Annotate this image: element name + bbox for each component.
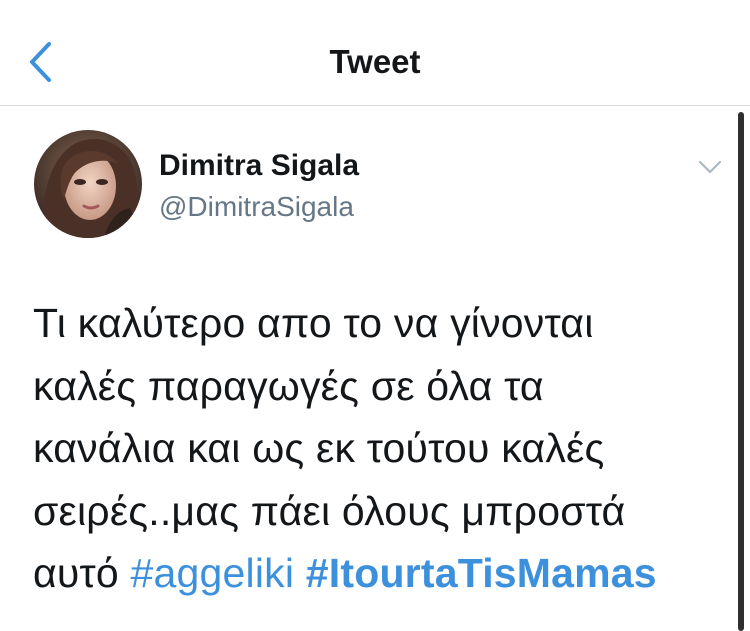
avatar[interactable]	[34, 130, 142, 238]
avatar-photo	[34, 130, 142, 238]
navigation-bar: Tweet	[0, 0, 750, 106]
tweet-text-line: καλές παραγωγές σε όλα τα	[33, 362, 544, 409]
hashtag-link[interactable]: #aggeliki	[131, 550, 295, 596]
author-handle[interactable]: @DimitraSigala	[159, 189, 354, 225]
tweet-text-line: κανάλια και ως εκ τούτου καλές	[33, 425, 605, 471]
chevron-down-icon	[698, 160, 722, 174]
chevron-left-icon	[30, 42, 51, 82]
tweet-text-line: αυτό	[33, 550, 131, 596]
author-name[interactable]: Dimitra Sigala	[159, 148, 359, 184]
hashtag-link[interactable]: #ItourtaTisMamas	[306, 550, 657, 596]
tweet-text-line: Τι καλύτερο απο το να γίνονται	[33, 300, 594, 346]
tweet-text: Τι καλύτερο απο το να γίνονται καλές παρ…	[33, 292, 733, 605]
tweet-options-button[interactable]	[690, 150, 730, 184]
tweet-detail-screen: Tweet Dimitra Sigala @DimitraSigala Τι κ…	[0, 0, 750, 631]
tweet-text-line: σειρές..μας πάει όλους μπροστά	[33, 487, 626, 534]
page-title: Tweet	[329, 43, 421, 80]
back-button[interactable]	[18, 38, 62, 86]
tweet-text-last-line: αυτό #aggeliki #ItourtaTisMamas	[33, 542, 733, 605]
scroll-indicator[interactable]	[738, 112, 744, 631]
